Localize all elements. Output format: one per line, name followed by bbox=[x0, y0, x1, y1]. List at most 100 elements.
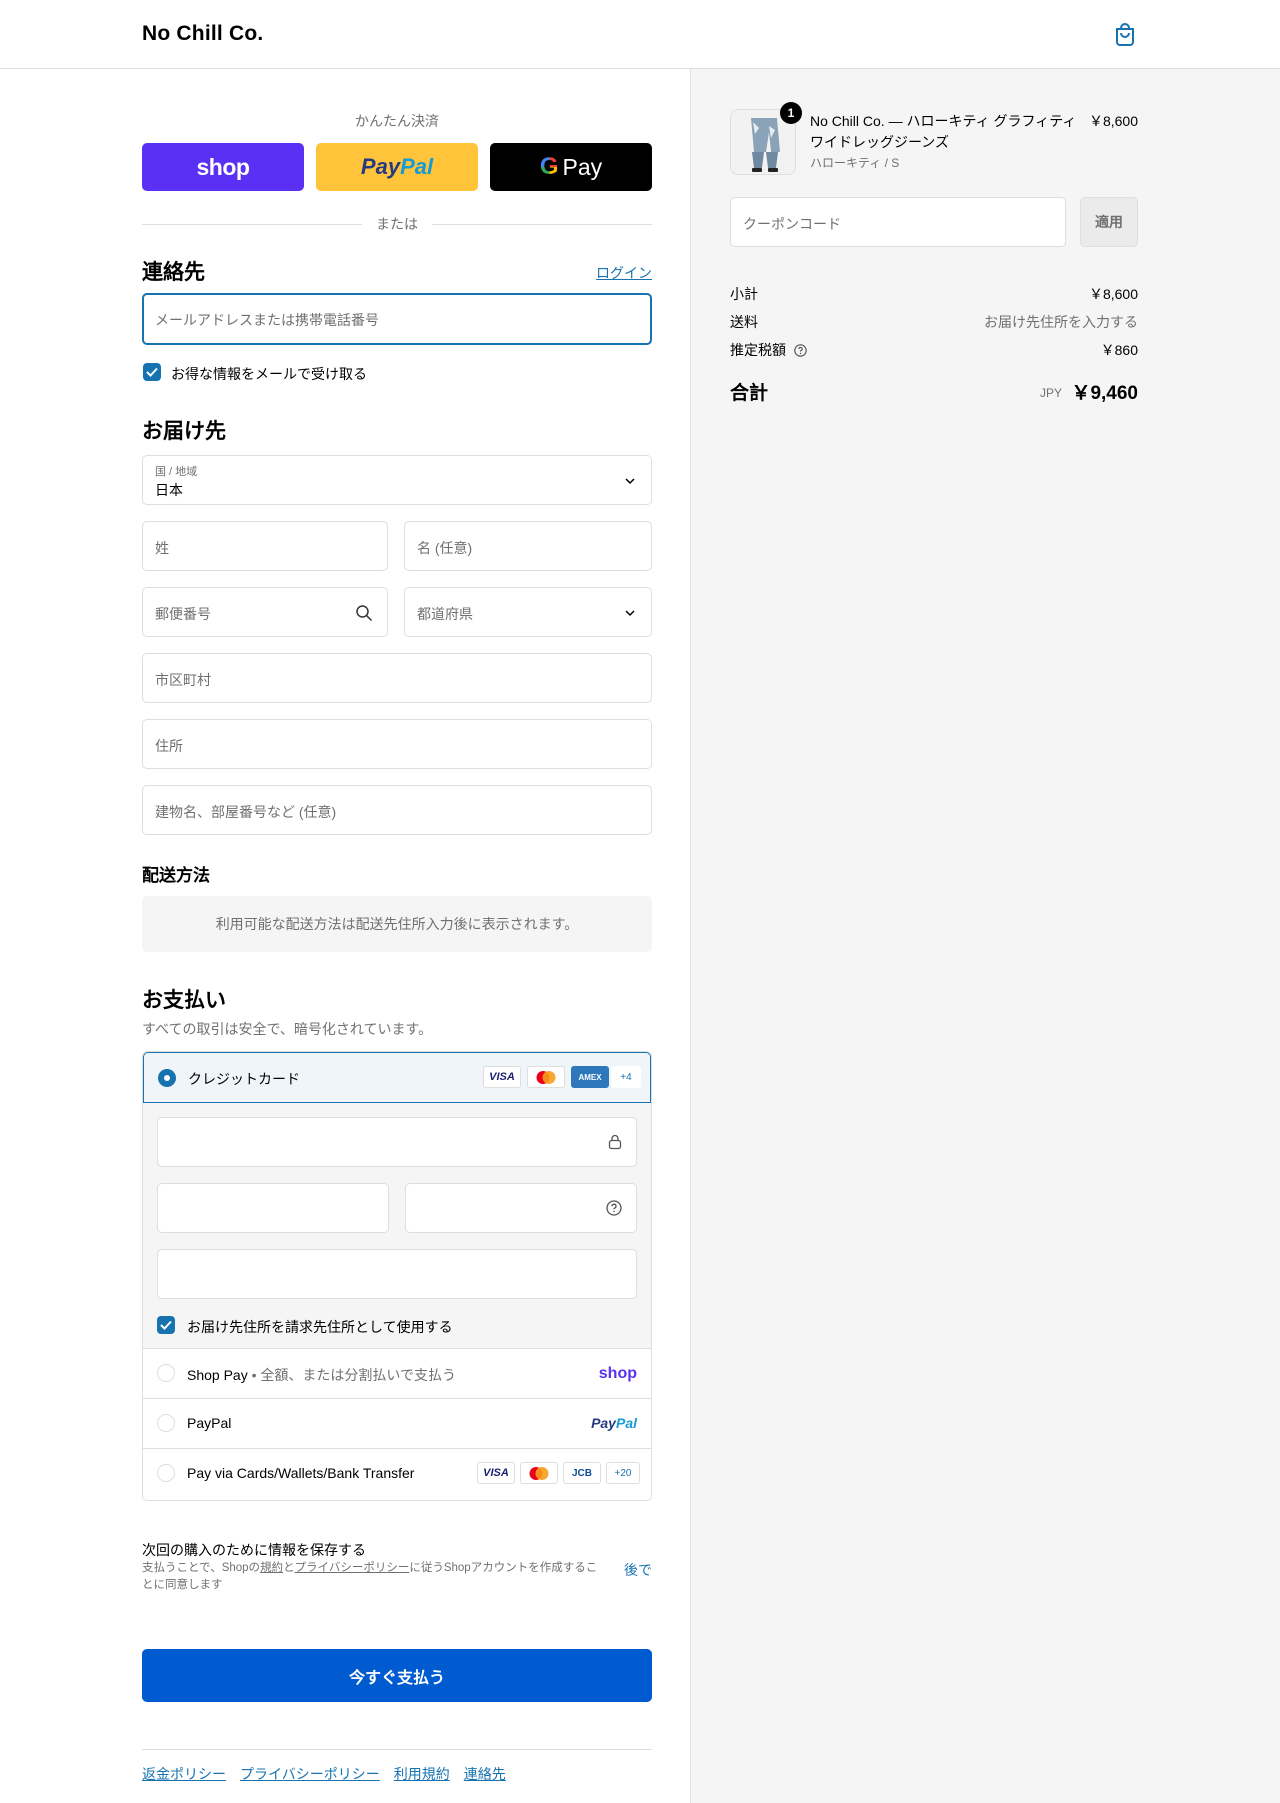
payment-option-credit-card[interactable]: クレジットカード VISA AMEX +4 bbox=[143, 1052, 651, 1103]
billing-same-label: お届け先住所を請求先住所として使用する bbox=[187, 1319, 453, 1335]
privacy-policy-link[interactable]: プライバシーポリシー bbox=[240, 1764, 380, 1784]
visa-icon: VISA bbox=[477, 1462, 515, 1484]
first-name-field[interactable]: 名 (任意) bbox=[404, 521, 652, 571]
google-g-icon: G bbox=[539, 153, 559, 180]
credit-card-radio[interactable] bbox=[158, 1069, 176, 1087]
terms-link[interactable]: 利用規約 bbox=[394, 1764, 450, 1784]
card-number-field[interactable] bbox=[157, 1117, 637, 1167]
google-pay-button[interactable]: G Pay bbox=[490, 143, 652, 191]
save-info-desc: 支払うことで、Shopの規約とプライバシーポリシーに従うShopアカウントを作成… bbox=[142, 1562, 598, 1591]
shipping-value: お届け先住所を入力する bbox=[984, 314, 1138, 330]
apply-coupon-button[interactable]: 適用 bbox=[1080, 197, 1138, 247]
other-payment-label: Pay via Cards/Wallets/Bank Transfer bbox=[187, 1465, 415, 1481]
checkmark-icon bbox=[160, 1320, 172, 1330]
or-label: または bbox=[376, 216, 418, 232]
more-cards-badge: +4 bbox=[611, 1066, 641, 1088]
header: No Chill Co. bbox=[0, 0, 1280, 69]
coupon-field[interactable]: クーポンコード bbox=[730, 197, 1066, 247]
shop-pay-desc: • 全額、または分割払いで支払う bbox=[251, 1367, 456, 1383]
mastercard-icon bbox=[520, 1462, 558, 1484]
card-details-form: お届け先住所を請求先住所として使用する bbox=[143, 1103, 651, 1349]
paypal-logo: PayPal bbox=[591, 1415, 637, 1431]
security-code-field[interactable] bbox=[405, 1183, 637, 1233]
building-field[interactable]: 建物名、部屋番号など (任意) bbox=[142, 785, 652, 835]
google-pay-label: Pay bbox=[562, 153, 603, 180]
payment-subtitle: すべての取引は安全で、暗号化されています。 bbox=[142, 1021, 433, 1037]
payment-option-shop-pay[interactable]: Shop Pay • 全額、または分割払いで支払う shop bbox=[143, 1349, 651, 1399]
tax-label: 推定税額 bbox=[730, 340, 807, 360]
tax-value: ￥860 bbox=[1100, 342, 1138, 358]
brand-logo[interactable]: No Chill Co. bbox=[142, 22, 263, 46]
refund-policy-link[interactable]: 返金ポリシー bbox=[142, 1764, 226, 1784]
total-label: 合計 bbox=[730, 383, 769, 404]
shipping-notice: 利用可能な配送方法は配送先住所入力後に表示されます。 bbox=[142, 896, 652, 952]
country-select[interactable]: 国 / 地域 日本 bbox=[142, 455, 652, 505]
shipping-label: 送料 bbox=[730, 314, 758, 330]
login-link[interactable]: ログイン bbox=[596, 263, 652, 283]
amex-icon: AMEX bbox=[571, 1066, 609, 1088]
email-field[interactable]: メールアドレスまたは携帯電話番号 bbox=[142, 293, 652, 345]
paypal-button[interactable]: Pay Pal bbox=[316, 143, 478, 191]
help-icon[interactable] bbox=[794, 344, 807, 357]
cardholder-name-field[interactable] bbox=[157, 1249, 637, 1299]
billing-same-checkbox[interactable] bbox=[157, 1316, 175, 1334]
chevron-down-icon bbox=[625, 610, 635, 617]
footer-divider bbox=[142, 1749, 652, 1750]
subtotal-label: 小計 bbox=[730, 286, 758, 302]
express-checkout-title: かんたん決済 bbox=[355, 113, 439, 129]
privacy-link[interactable]: プライバシーポリシー bbox=[295, 1562, 410, 1574]
shop-pay-radio[interactable] bbox=[157, 1364, 175, 1382]
pay-now-button[interactable]: 今すぐ支払う bbox=[142, 1649, 652, 1702]
payment-methods: クレジットカード VISA AMEX +4 お届け先住所を請求先住所として使用す… bbox=[142, 1051, 652, 1501]
email-placeholder: メールアドレスまたは携帯電話番号 bbox=[155, 312, 379, 328]
building-placeholder: 建物名、部屋番号など (任意) bbox=[155, 804, 337, 820]
paypal-logo-pal: Pal bbox=[400, 154, 434, 179]
checkmark-icon bbox=[146, 367, 158, 377]
last-name-placeholder: 姓 bbox=[155, 540, 169, 556]
shop-pay-button[interactable]: shop bbox=[142, 143, 304, 191]
delivery-title: お届け先 bbox=[142, 420, 226, 443]
shop-pay-logo: shop bbox=[196, 153, 250, 180]
terms-link[interactable]: 規約 bbox=[260, 1562, 283, 1574]
product-price: ￥8,600 bbox=[1088, 113, 1138, 129]
mastercard-icon bbox=[527, 1066, 565, 1088]
total-value: ￥9,460 bbox=[1071, 383, 1138, 404]
search-icon[interactable] bbox=[355, 604, 373, 622]
help-icon[interactable] bbox=[606, 1200, 622, 1216]
shop-pay-logo: shop bbox=[598, 1365, 637, 1382]
address-field[interactable]: 住所 bbox=[142, 719, 652, 769]
product-name: No Chill Co. — ハローキティ グラフィティ ワイドレッグジーンズ bbox=[810, 113, 1077, 150]
save-info-title: 次回の購入のために情報を保存する bbox=[142, 1542, 366, 1558]
postal-code-field[interactable]: 郵便番号 bbox=[142, 587, 388, 637]
payment-option-other[interactable]: Pay via Cards/Wallets/Bank Transfer VISA… bbox=[143, 1449, 651, 1499]
prefecture-select[interactable]: 都道府県 bbox=[404, 587, 652, 637]
jcb-icon: JCB bbox=[563, 1462, 601, 1484]
newsletter-checkbox[interactable] bbox=[143, 363, 161, 381]
address-placeholder: 住所 bbox=[155, 738, 183, 754]
paypal-radio[interactable] bbox=[157, 1414, 175, 1432]
city-field[interactable]: 市区町村 bbox=[142, 653, 652, 703]
shop-pay-label: Shop Pay bbox=[187, 1367, 248, 1383]
visa-icon: VISA bbox=[483, 1066, 521, 1088]
or-divider: または bbox=[142, 214, 652, 234]
chevron-down-icon bbox=[625, 478, 635, 485]
country-value: 日本 bbox=[155, 482, 183, 498]
shopping-bag-icon[interactable] bbox=[1114, 22, 1136, 46]
newsletter-label: お得な情報をメールで受け取る bbox=[171, 366, 367, 382]
coupon-placeholder: クーポンコード bbox=[743, 216, 841, 232]
other-payment-radio[interactable] bbox=[157, 1464, 175, 1482]
expiry-field[interactable] bbox=[157, 1183, 389, 1233]
paypal-logo-pay: Pay bbox=[360, 154, 401, 179]
payment-title: お支払い bbox=[142, 989, 226, 1012]
payment-option-paypal[interactable]: PayPal PayPal bbox=[143, 1399, 651, 1449]
paypal-label: PayPal bbox=[187, 1415, 232, 1431]
quantity-badge: 1 bbox=[780, 102, 802, 124]
prefecture-placeholder: 都道府県 bbox=[417, 606, 473, 622]
postal-code-placeholder: 郵便番号 bbox=[155, 606, 211, 622]
later-button[interactable]: 後で bbox=[624, 1560, 652, 1580]
last-name-field[interactable]: 姓 bbox=[142, 521, 388, 571]
currency-code: JPY bbox=[1039, 386, 1062, 400]
country-label: 国 / 地域 bbox=[155, 466, 198, 478]
shipping-method-title: 配送方法 bbox=[142, 866, 210, 885]
contact-link[interactable]: 連絡先 bbox=[464, 1764, 506, 1784]
